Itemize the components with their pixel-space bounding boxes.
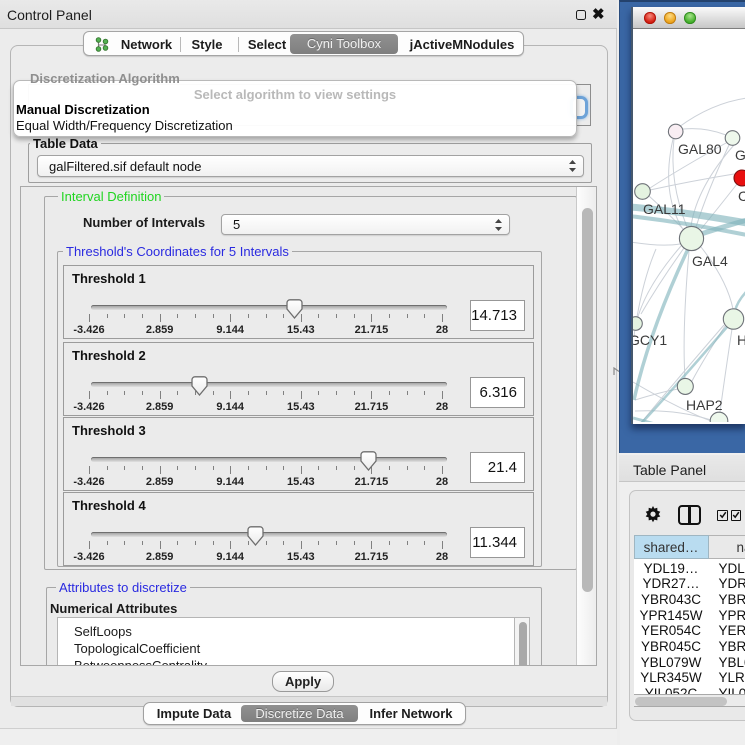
svg-text:C: C — [738, 188, 745, 204]
svg-text:GAL4: GAL4 — [692, 253, 728, 269]
svg-text:GAL11: GAL11 — [643, 201, 686, 217]
svg-text:HAP2: HAP2 — [686, 397, 723, 413]
svg-text:GAL80: GAL80 — [678, 141, 722, 157]
svg-text:HA: HA — [737, 332, 745, 348]
svg-text:GA: GA — [735, 147, 745, 163]
svg-text:GCY1: GCY1 — [633, 332, 667, 348]
